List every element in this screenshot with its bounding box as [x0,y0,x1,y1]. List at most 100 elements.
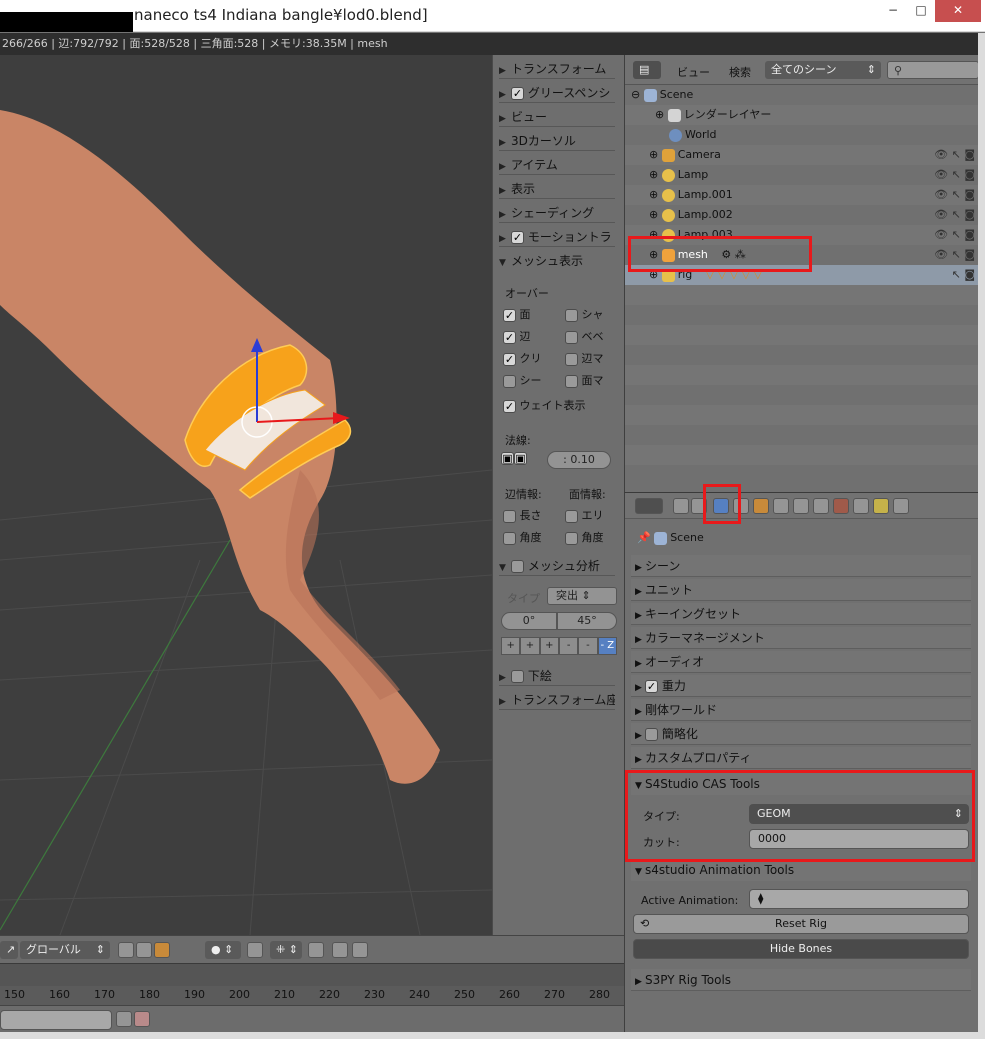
fake-user-icon[interactable] [116,1011,132,1027]
scene-filter-select[interactable]: 全てのシーン ⇕ [765,61,881,79]
panel-units[interactable]: ▶ ユニット [631,579,971,601]
maximize-button[interactable]: □ [906,0,936,22]
action-name-field[interactable] [0,1010,112,1030]
clapper-icon[interactable] [352,942,368,958]
outliner-row-world[interactable]: World [625,125,978,145]
editor-type-icon[interactable]: ▤ [633,61,661,79]
panel-audio[interactable]: ▶ オーディオ [631,651,971,673]
active-animation-field[interactable]: ⧫ [749,889,969,909]
outliner-search-field[interactable]: ⚲ [887,61,978,79]
outliner-row-lamp[interactable]: ⊕ Lamp 👁 ↖ ◙ [625,165,978,185]
panel-grease-pencil[interactable]: ▶ ✓ グリースペンシ [499,83,615,103]
hide-bones-button[interactable]: Hide Bones [633,939,969,959]
outliner-row-scene[interactable]: ⊖ Scene [625,85,978,105]
panel-s4studio-animation-tools[interactable]: ▼ s4studio Animation Tools [631,859,971,881]
opt-weight-display[interactable]: ✓ ウェイト表示 [503,397,586,413]
pivot-select[interactable]: ● ⇕ [205,941,241,959]
opt-edges[interactable]: ✓ 辺 [503,328,531,344]
analysis-min-field[interactable]: 0° [501,612,557,630]
layer-icon[interactable] [154,942,170,958]
panel-shading[interactable]: ▶ シェーディング [499,203,615,223]
snap-select[interactable]: ⁜ ⇕ [270,941,302,959]
checkbox-icon[interactable]: ✓ [511,231,524,244]
opt-faces[interactable]: ✓ 面 [503,306,531,322]
pin-icon[interactable]: 📌 [637,531,651,544]
timeline[interactable]: 150 160 170 180 190 200 210 220 230 240 … [0,963,624,1005]
axis-button-active[interactable]: - Z [597,637,617,655]
proportional-edit-icon[interactable] [247,942,263,958]
panel-keying-sets[interactable]: ▶ キーイングセット [631,603,971,625]
snap-target-icon[interactable] [308,942,324,958]
minimize-button[interactable]: − [878,0,908,22]
normal-toggle-icons[interactable]: ▣ ▣ [501,451,527,465]
opt-bevel[interactable]: ベベ [565,328,604,344]
opt-edge-marks[interactable]: 辺マ [565,350,604,366]
panel-motion-tracking[interactable]: ▶ ✓ モーショントラ [499,227,615,247]
layer-icon[interactable] [118,942,134,958]
editor-type-icon[interactable] [635,498,663,514]
opt-seams[interactable]: シー [503,372,542,388]
opt-sharp[interactable]: シャ [565,306,604,322]
panel-simplify[interactable]: ▶ 簡略化 [631,723,971,745]
physics-tab-icon[interactable] [893,498,909,514]
axis-button[interactable]: - [578,637,598,655]
data-tab-icon[interactable] [813,498,829,514]
outliner-row-lamp-002[interactable]: ⊕ Lamp.002 👁 ↖ ◙ [625,205,978,225]
axis-button[interactable]: + [501,637,521,655]
object-tab-icon[interactable] [753,498,769,514]
opt-area[interactable]: エリ [565,507,604,523]
panel-s3py-rig-tools[interactable]: ▶ S3PY Rig Tools [631,969,971,991]
panel-rigid-body-world[interactable]: ▶ 剛体ワールド [631,699,971,721]
layer-icon[interactable] [136,942,152,958]
reset-rig-button[interactable]: ⟲ Reset Rig [633,914,969,934]
highlight-mesh-row [628,236,812,272]
unlink-icon[interactable] [134,1011,150,1027]
frame-tick: 160 [49,988,70,1001]
outliner-row-camera[interactable]: ⊕ Camera 👁 ↖ ◙ [625,145,978,165]
opt-edge-angle[interactable]: 角度 [503,529,542,545]
render-icon[interactable] [332,942,348,958]
panel-view[interactable]: ▶ ビュー [499,107,615,127]
opt-crease[interactable]: ✓ クリ [503,350,542,366]
panel-transform-orientation[interactable]: ▶ トランスフォーム座 [499,690,615,710]
opt-face-angle[interactable]: 角度 [565,529,604,545]
normal-size-field[interactable]: : 0.10 [547,451,611,469]
panel-3d-cursor[interactable]: ▶ 3Dカーソル [499,131,615,151]
material-tab-icon[interactable] [833,498,849,514]
opt-length[interactable]: 長さ [503,507,542,523]
face-normal-icon[interactable]: ▣ [514,451,527,465]
outliner-row-lamp-001[interactable]: ⊕ Lamp.001 👁 ↖ ◙ [625,185,978,205]
panel-item[interactable]: ▶ アイテム [499,155,615,175]
collapse-icon[interactable]: ⊖ [631,88,640,101]
panel-custom-properties[interactable]: ▶ カスタムプロパティ [631,747,971,769]
texture-tab-icon[interactable] [853,498,869,514]
panel-display[interactable]: ▶ 表示 [499,179,615,199]
particles-tab-icon[interactable] [873,498,889,514]
analysis-max-field[interactable]: 45° [557,612,617,630]
visibility-icons[interactable]: 👁 ↖ ◙ [934,145,975,165]
axis-button[interactable]: - [558,637,579,655]
manipulator-icon[interactable]: ↗ [0,941,18,959]
outliner-row-render-layers[interactable]: ⊕ レンダーレイヤー [625,105,978,125]
modifiers-tab-icon[interactable] [793,498,809,514]
panel-color-management[interactable]: ▶ カラーマネージメント [631,627,971,649]
panel-mesh-analysis[interactable]: ▼ メッシュ分析 [499,556,615,576]
opt-face-marks[interactable]: 面マ [565,372,604,388]
panel-scene[interactable]: ▶ シーン [631,555,971,577]
close-button[interactable]: ✕ [935,0,981,22]
analysis-type-select[interactable]: 突出 ⇕ [547,587,617,605]
3d-viewport[interactable] [0,55,492,935]
render-tab-icon[interactable] [673,498,689,514]
view-menu[interactable]: ビュー [677,64,710,80]
constraints-tab-icon[interactable] [773,498,789,514]
axis-button[interactable]: + [520,637,540,655]
vertex-normal-icon[interactable]: ▣ [501,451,514,465]
panel-background-images[interactable]: ▶ 下絵 [499,666,615,686]
checkbox-icon[interactable]: ✓ [511,87,524,100]
axis-button[interactable]: + [539,637,559,655]
search-menu[interactable]: 検索 [729,64,751,80]
panel-gravity[interactable]: ▶ ✓ 重力 [631,675,971,697]
panel-transform[interactable]: ▶ トランスフォーム [499,59,615,79]
panel-mesh-display[interactable]: ▼ メッシュ表示 [499,251,615,271]
orientation-select[interactable]: グローバル ⇕ [20,941,110,959]
